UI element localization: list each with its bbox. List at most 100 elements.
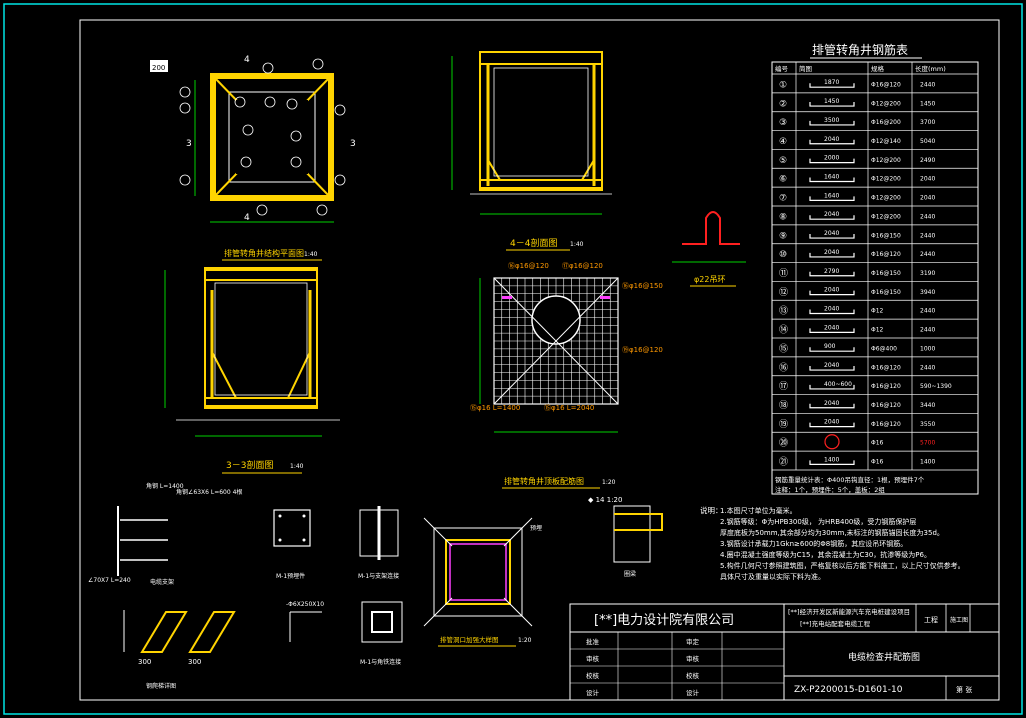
sec44-scale: 1:40	[570, 241, 584, 248]
table-row-dim: 900	[824, 343, 836, 350]
table-row-dim: 2040	[824, 230, 839, 237]
m1-title: M-1预埋件	[276, 572, 305, 580]
svg-text:3: 3	[186, 139, 192, 149]
table-footer-2: 注释：1个，预埋件：5个，盖板：2组	[775, 485, 885, 494]
bracket-note-3: 角钢∠63X6 L=600 4根	[176, 488, 242, 496]
table-row-len: 5700	[920, 440, 935, 447]
table-row-dim: 3500	[824, 117, 839, 124]
ladder-title: 钢爬梯详图	[146, 682, 176, 690]
table-row-dim: 1640	[824, 192, 839, 199]
table-header-0: 编号	[775, 64, 789, 73]
opening-title: 排管洞口加强大样图	[440, 635, 499, 644]
table-row-no: ⑥	[779, 175, 787, 185]
table-row-spec: Φ12	[871, 327, 884, 334]
table-row-dim: 2000	[824, 155, 839, 162]
svg-text:4: 4	[244, 55, 250, 65]
drawing-sheet: 200 3 3 4 4 排管转角井结构平面图 1:40 3－3剖面图 1:40	[0, 0, 1026, 718]
note-line-4: 4.圈中混凝土强度等级为C15，其余混凝土为C30，抗渗等级为P6。	[720, 550, 931, 559]
table-footer-1: 钢筋重量统计表：Φ400吊钩直径：1根，预埋件7个	[775, 475, 925, 484]
bracket-note-2: ∠70X7 L=240	[88, 577, 131, 584]
table-row-no: ⑨	[779, 231, 787, 241]
table-row-len: 2040	[920, 195, 935, 202]
table-row-spec: Φ16@150	[871, 232, 901, 239]
note-line-0: 1.本图尺寸单位为毫米。	[720, 506, 797, 515]
tb-role-3: 设计	[586, 688, 600, 697]
sec33-title: 3－3剖面图	[226, 459, 273, 471]
plate-note: -Φ6X250X10	[286, 601, 324, 608]
table-row-no: ⑫	[779, 287, 788, 298]
table-row-len: 2440	[920, 364, 935, 371]
table-row-spec: Φ16	[871, 440, 884, 447]
table-row-spec: Φ16@120	[871, 421, 901, 428]
drawing-name: 电缆检查井配筋图	[848, 651, 920, 663]
phi22-title: φ22吊环	[694, 275, 725, 284]
project-name: [**]经济开发区新能源汽车充电桩建设项目	[788, 607, 910, 616]
rebar-anno-6: ⑰φ16@120	[562, 262, 603, 270]
table-row-spec: Φ12@200	[871, 195, 901, 202]
sec33-scale: 1:40	[290, 463, 304, 470]
opening-scale: 1:20	[518, 637, 532, 644]
table-row-spec: Φ16@120	[871, 251, 901, 258]
tb-role2-0: 审定	[686, 637, 700, 646]
bracket-title: 电缆支架	[150, 578, 174, 586]
tb-role-2: 校核	[586, 671, 600, 680]
table-row-dim: 1640	[824, 173, 839, 180]
table-row-spec: Φ16@150	[871, 270, 901, 277]
table-row-dim: 2040	[824, 249, 839, 256]
table-row-spec: Φ12@200	[871, 100, 901, 107]
table-row-len: 3190	[920, 270, 935, 277]
table-row-no: ⑩	[779, 250, 787, 260]
table-row-spec: Φ16@120	[871, 81, 901, 88]
table-row-spec: Φ12	[871, 308, 884, 315]
table-row-no: ㉑	[779, 457, 788, 468]
table-row-no: ⑬	[779, 306, 788, 317]
table-row-spec: Φ12@200	[871, 157, 901, 164]
plan-scale: 1:40	[304, 251, 318, 258]
top-rebar-scale: 1:20	[602, 479, 616, 486]
table-row-spec: Φ16@120	[871, 402, 901, 409]
table-row-spec: Φ16@120	[871, 364, 901, 371]
table-row-spec: Φ12@140	[871, 138, 901, 145]
table-row-len: 3700	[920, 119, 935, 126]
top-rebar-title: 排管转角井顶板配筋图	[504, 476, 584, 486]
table-row-no: ②	[779, 99, 787, 109]
drawing-number: ZX-P2200015-D1601-10	[794, 685, 903, 695]
rebar-anno-2: ⑮φ16 L=1400	[470, 404, 520, 412]
table-row-no: ⑲	[779, 419, 788, 430]
table-row-no: ⑯	[779, 362, 788, 373]
m1-weld-title: M-1与角铁连接	[360, 658, 401, 666]
table-row-dim: 2040	[824, 362, 839, 369]
table-row-dim: 400~600	[824, 381, 852, 388]
tb-role-1: 审核	[586, 654, 600, 663]
table-row-spec: Φ12@200	[871, 176, 901, 183]
table-title: 排管转角井钢筋表	[812, 42, 908, 57]
table-header-1: 简图	[799, 64, 812, 73]
table-row-len: 2440	[920, 251, 935, 258]
note-line-2: 厚度底板为50mm,其余部分均为30mm,未标注的钢筋锚固长度为35d。	[720, 528, 944, 537]
table-header-2: 规格	[871, 64, 885, 73]
table-row-len: 3440	[920, 402, 935, 409]
table-row-no: ③	[779, 118, 787, 128]
table-row-no: ⑱	[779, 400, 788, 411]
stage-label: 工程	[924, 615, 938, 624]
project-sub: [**]充电站配套电缆工程	[800, 619, 871, 628]
dim-300b: 300	[188, 658, 201, 666]
rebar-anno-4: ⑯φ16@150	[622, 282, 663, 290]
sheet-number: 第 张	[956, 685, 972, 694]
section-14-label: ◆ 14 1:20	[588, 496, 622, 504]
table-row-len: 2440	[920, 213, 935, 220]
table-row-dim: 2790	[824, 268, 839, 275]
table-row-len: 590~1390	[920, 383, 952, 390]
table-row-len: 1450	[920, 100, 935, 107]
table-row-spec: Φ16@200	[871, 119, 901, 126]
table-row-no: ⑭	[779, 325, 788, 336]
m1-detail-title: M-1与支架连接	[358, 572, 399, 580]
table-row-len: 2440	[920, 232, 935, 239]
table-row-dim: 1400	[824, 456, 839, 463]
table-row-len: 3940	[920, 289, 935, 296]
table-row-len: 2440	[920, 327, 935, 334]
table-row-no: ⑧	[779, 212, 787, 222]
dim-300a: 300	[138, 658, 151, 666]
table-row-dim: 1870	[824, 79, 839, 86]
stage: 施工图	[950, 616, 968, 624]
